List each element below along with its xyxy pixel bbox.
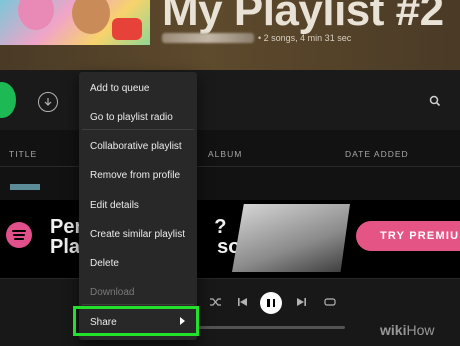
owner-name-blurred: [162, 33, 254, 43]
playlist-context-menu: Add to queue Go to playlist radio Collab…: [79, 72, 197, 340]
wikihow-watermark: wikiHow: [380, 322, 435, 338]
menu-divider: [82, 129, 194, 130]
repeat-icon[interactable]: [324, 297, 336, 310]
next-icon[interactable]: [297, 297, 306, 310]
share-highlight-box: [73, 306, 199, 336]
ad-cyclists-image: [232, 204, 350, 272]
menu-item-download: Download: [90, 287, 135, 298]
previous-icon[interactable]: [238, 297, 247, 310]
column-album[interactable]: ALBUM: [208, 149, 242, 159]
menu-divider: [82, 304, 194, 305]
spotify-logo-icon: [6, 222, 32, 248]
menu-item-edit-details[interactable]: Edit details: [90, 200, 139, 211]
menu-item-create-similar-playlist[interactable]: Create similar playlist: [90, 229, 185, 240]
playback-progress-bar[interactable]: [195, 326, 345, 329]
column-date-added[interactable]: DATE ADDED: [345, 149, 409, 159]
track-table-header: TITLE ALBUM DATE ADDED: [0, 140, 460, 167]
pause-button[interactable]: [260, 292, 282, 314]
playlist-stats: • 2 songs, 4 min 31 sec: [258, 33, 352, 43]
search-icon[interactable]: [428, 94, 442, 108]
playlist-cover-image: [0, 0, 150, 45]
menu-item-delete[interactable]: Delete: [90, 258, 119, 269]
menu-item-go-to-playlist-radio[interactable]: Go to playlist radio: [90, 112, 173, 123]
menu-item-remove-from-profile[interactable]: Remove from profile: [90, 170, 180, 181]
menu-item-add-to-queue[interactable]: Add to queue: [90, 83, 150, 94]
try-premium-button[interactable]: TRY PREMIU: [356, 221, 460, 251]
track-row-thumbnail[interactable]: [10, 184, 40, 190]
download-icon[interactable]: [38, 92, 58, 112]
menu-item-collaborative-playlist[interactable]: Collaborative playlist: [90, 141, 182, 152]
playlist-toolbar: [0, 70, 460, 130]
shuffle-icon[interactable]: [210, 297, 222, 310]
column-title[interactable]: TITLE: [9, 149, 37, 159]
playlist-meta: • 2 songs, 4 min 31 sec: [162, 31, 351, 45]
